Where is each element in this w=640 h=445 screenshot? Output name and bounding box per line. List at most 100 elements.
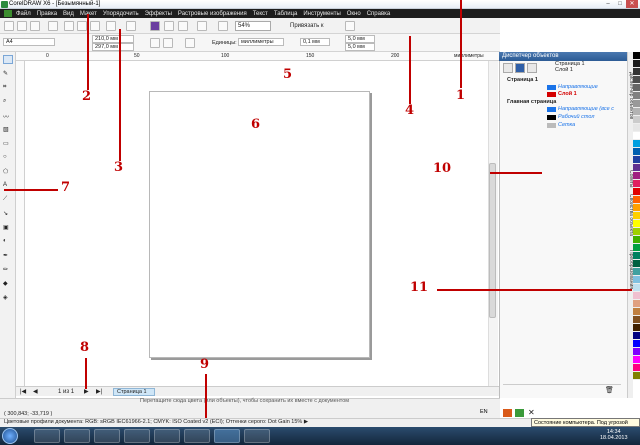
menu-table[interactable]: Таблица xyxy=(274,11,298,17)
fill-tool-icon[interactable]: ◆ xyxy=(3,280,13,289)
all-pages-icon[interactable] xyxy=(185,38,195,48)
palette-swatch[interactable] xyxy=(633,60,640,68)
previous-page-button[interactable]: ◀ xyxy=(33,388,38,395)
application-launcher-icon[interactable] xyxy=(197,21,207,31)
crop-tool-icon[interactable]: ⌗ xyxy=(3,84,13,93)
palette-swatch[interactable] xyxy=(633,300,640,308)
menu-file[interactable]: Файл xyxy=(16,11,31,17)
redo-icon[interactable] xyxy=(126,21,136,31)
tree-layer-1[interactable]: Слой 1 xyxy=(558,90,577,98)
layer-manager-view-icon[interactable] xyxy=(527,63,537,73)
cut-icon[interactable] xyxy=(64,21,74,31)
palette-swatch[interactable] xyxy=(633,140,640,148)
zoom-tool-icon[interactable]: ⌕ xyxy=(3,98,13,107)
page-size-select[interactable]: A4 xyxy=(3,38,55,46)
minimize-button[interactable]: – xyxy=(602,0,614,8)
drop-shadow-tool-icon[interactable]: ▣ xyxy=(3,224,13,233)
menu-window[interactable]: Окно xyxy=(347,11,361,17)
palette-swatch[interactable] xyxy=(633,164,640,172)
palette-swatch[interactable] xyxy=(633,308,640,316)
import-icon[interactable] xyxy=(164,21,174,31)
palette-swatch[interactable] xyxy=(633,372,640,380)
no-fill-icon[interactable]: ✕ xyxy=(528,408,535,417)
open-icon[interactable] xyxy=(17,21,27,31)
parallel-dimension-tool-icon[interactable]: ⟋ xyxy=(3,196,13,205)
palette-swatch[interactable] xyxy=(633,100,640,108)
ellipse-tool-icon[interactable]: ○ xyxy=(3,154,13,163)
palette-swatch[interactable] xyxy=(633,356,640,364)
app-taskbar-icon[interactable] xyxy=(244,429,270,443)
explorer-taskbar-icon[interactable] xyxy=(34,429,60,443)
show-properties-icon[interactable] xyxy=(503,63,513,73)
page-height-field[interactable]: 297,0 мм xyxy=(92,43,134,51)
coreldraw-taskbar-icon[interactable] xyxy=(154,429,180,443)
palette-swatch[interactable] xyxy=(633,260,640,268)
smart-fill-tool-icon[interactable]: ▧ xyxy=(3,126,13,135)
rectangle-tool-icon[interactable]: ▭ xyxy=(3,140,13,149)
edit-across-layers-icon[interactable] xyxy=(515,63,525,73)
fill-indicator-icon[interactable] xyxy=(503,409,512,417)
next-page-button[interactable]: ▶ xyxy=(84,388,89,395)
menu-bitmaps[interactable]: Растровые изображения xyxy=(178,11,247,17)
palette-swatch[interactable] xyxy=(633,68,640,76)
palette-swatch[interactable] xyxy=(633,348,640,356)
duplicate-distance-x-field[interactable]: 5,0 мм xyxy=(345,35,375,43)
welcome-screen-icon[interactable] xyxy=(218,21,228,31)
close-button[interactable]: ✕ xyxy=(626,0,638,8)
word-taskbar-icon[interactable] xyxy=(124,429,150,443)
interactive-fill-tool-icon[interactable]: ◈ xyxy=(3,294,13,303)
maximize-button[interactable]: □ xyxy=(614,0,626,8)
menu-tools[interactable]: Инструменты xyxy=(303,11,340,17)
palette-swatch[interactable] xyxy=(633,84,640,92)
connector-tool-icon[interactable]: ↘ xyxy=(3,210,13,219)
menu-arrange[interactable]: Упорядочить xyxy=(103,11,139,17)
polygon-tool-icon[interactable]: ⬠ xyxy=(3,168,13,177)
print-icon[interactable] xyxy=(48,21,58,31)
duplicate-distance-y-field[interactable]: 5,0 мм xyxy=(345,43,375,51)
palette-swatch[interactable] xyxy=(633,276,640,284)
menu-text[interactable]: Текст xyxy=(253,11,268,17)
tree-master-guides[interactable]: Направляющие (все с xyxy=(558,105,614,113)
palette-swatch[interactable] xyxy=(633,92,640,100)
palette-swatch[interactable] xyxy=(633,324,640,332)
palette-swatch[interactable] xyxy=(633,76,640,84)
system-clock[interactable]: 14:34 18.04.2013 xyxy=(600,429,628,441)
zoom-level-select[interactable]: 54% xyxy=(235,21,271,31)
transparency-tool-icon[interactable]: ◐ xyxy=(3,238,13,247)
shape-tool-icon[interactable]: ✎ xyxy=(3,70,13,79)
vertical-ruler[interactable] xyxy=(16,61,25,386)
page-tab[interactable]: Страница 1 xyxy=(113,388,155,396)
palette-swatch[interactable] xyxy=(633,204,640,212)
palette-swatch[interactable] xyxy=(633,236,640,244)
palette-swatch[interactable] xyxy=(633,220,640,228)
palette-swatch[interactable] xyxy=(633,124,640,132)
nudge-distance-field[interactable]: 0,1 мм xyxy=(300,38,330,46)
palette-swatch[interactable] xyxy=(633,132,640,140)
palette-swatch[interactable] xyxy=(633,116,640,124)
undo-icon[interactable] xyxy=(106,21,116,31)
palette-swatch[interactable] xyxy=(633,284,640,292)
pick-tool-icon[interactable] xyxy=(3,55,13,64)
palette-swatch[interactable] xyxy=(633,180,640,188)
start-button-icon[interactable] xyxy=(2,428,18,444)
menu-view[interactable]: Вид xyxy=(63,11,74,17)
save-icon[interactable] xyxy=(30,21,40,31)
menu-edit[interactable]: Правка xyxy=(37,11,57,17)
outline-indicator-icon[interactable] xyxy=(515,409,524,417)
landscape-icon[interactable] xyxy=(163,38,173,48)
first-page-button[interactable]: |◀ xyxy=(20,388,26,395)
scrollbar-thumb[interactable] xyxy=(489,163,496,318)
palette-swatch[interactable] xyxy=(633,244,640,252)
paste-icon[interactable] xyxy=(90,21,100,31)
palette-swatch[interactable] xyxy=(633,340,640,348)
new-document-icon[interactable] xyxy=(4,21,14,31)
tree-desktop[interactable]: Рабочий стол xyxy=(558,113,594,121)
snap-to-dropdown[interactable]: Привязать к xyxy=(290,21,334,31)
media-player-taskbar-icon[interactable] xyxy=(94,429,120,443)
delete-icon[interactable]: 🗑 xyxy=(605,386,614,394)
menu-effects[interactable]: Эффекты xyxy=(145,11,172,17)
active-window-taskbar-icon[interactable] xyxy=(214,429,240,443)
palette-swatch[interactable] xyxy=(633,188,640,196)
palette-swatch[interactable] xyxy=(633,292,640,300)
copy-icon[interactable] xyxy=(77,21,87,31)
